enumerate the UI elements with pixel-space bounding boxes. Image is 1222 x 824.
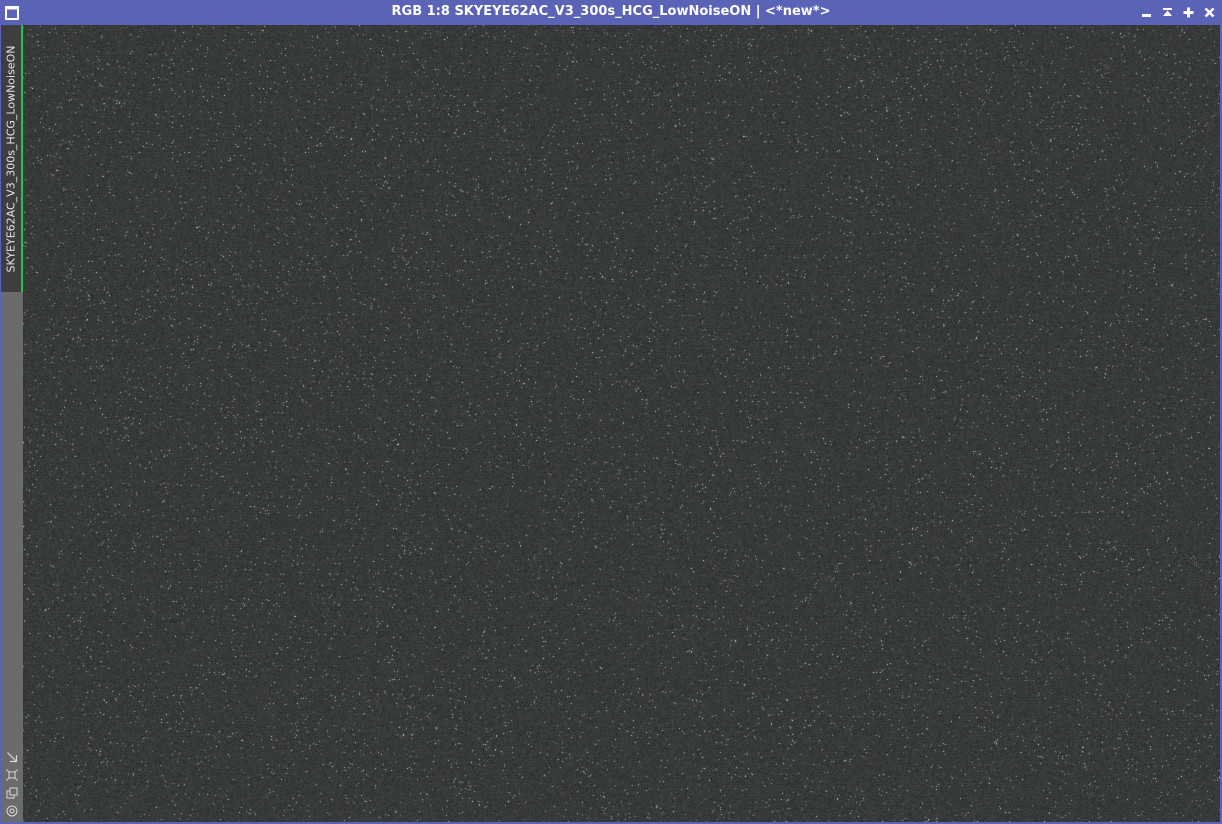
minimize-icon[interactable] [1140,5,1153,20]
view-sidebar: SKYEYE62AC_V3_300s_HCG_LowNoiseON [1,25,23,822]
image-identifier-label: SKYEYE62AC_V3_300s_HCG_LowNoiseON [4,45,18,272]
star-field-image [23,25,1220,822]
title-bar[interactable]: RGB 1:8 SKYEYE62AC_V3_300s_HCG_LowNoiseO… [0,0,1222,25]
fit-view-icon[interactable] [5,768,19,782]
image-window: RGB 1:8 SKYEYE62AC_V3_300s_HCG_LowNoiseO… [0,0,1222,824]
close-icon[interactable] [1203,5,1216,20]
clone-icon[interactable] [5,786,19,800]
sidebar-tool-icons [1,750,23,818]
image-viewport[interactable] [23,25,1220,822]
window-title: RGB 1:8 SKYEYE62AC_V3_300s_HCG_LowNoiseO… [391,4,831,19]
maximize-icon[interactable] [1182,5,1195,20]
image-identifier-tab[interactable]: SKYEYE62AC_V3_300s_HCG_LowNoiseON [1,25,23,292]
drag-arrow-icon[interactable] [5,750,19,764]
target-icon[interactable] [5,804,19,818]
window-controls [1140,5,1216,20]
shade-icon[interactable] [1161,5,1174,20]
